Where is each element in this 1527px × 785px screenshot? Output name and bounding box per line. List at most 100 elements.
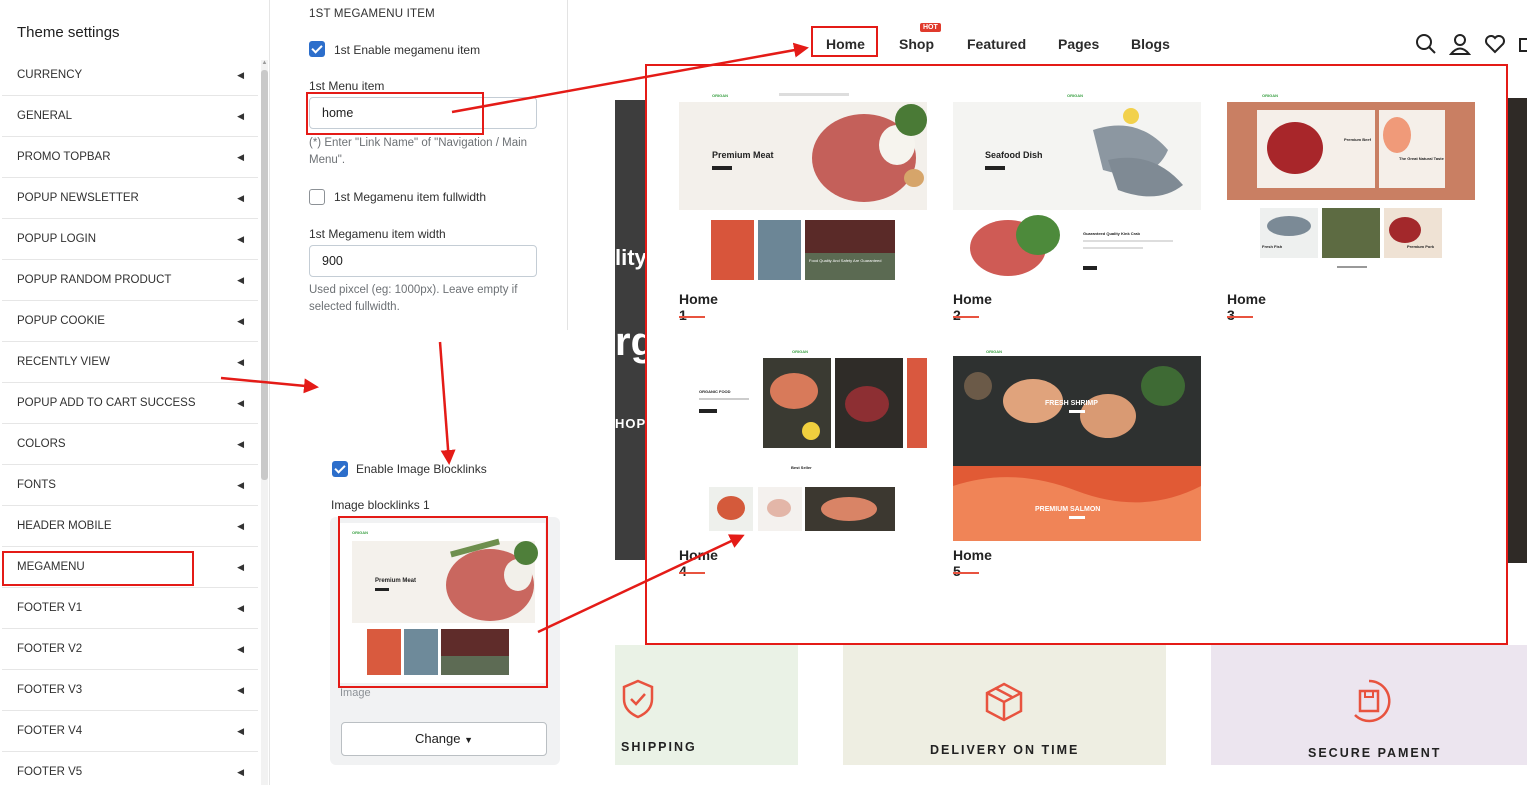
- sidebar-item-general[interactable]: GENERAL ◀: [2, 96, 258, 137]
- home2-caption: Guaranteed Quality Kink Crab: [1083, 231, 1140, 236]
- home1-caption: Food Quality And Safety Are Guaranteed: [809, 258, 882, 263]
- sidebar-item-footer-v1[interactable]: FOOTER V1 ◀: [2, 588, 258, 629]
- features-strip: SHIPPING DELIVERY ON TIME SECURE PAMENT: [615, 645, 1527, 785]
- sidebar-item-label: FOOTER V5: [17, 766, 83, 778]
- home3-preview-image[interactable]: ORIGAN Premium Beef The Great Natural Ta…: [1227, 90, 1475, 285]
- box-icon: [985, 682, 1023, 722]
- label-underline: [679, 316, 705, 318]
- menu-item-label: 1st Menu item: [309, 79, 385, 93]
- storefront-preview: Home Shop HOT Featured Pages Blogs lity …: [615, 0, 1527, 785]
- sidebar-item-footer-v2[interactable]: FOOTER V2 ◀: [2, 629, 258, 670]
- sidebar-item-popup-random-product[interactable]: POPUP RANDOM PRODUCT ◀: [2, 260, 258, 301]
- caret-left-icon: ◀: [237, 152, 244, 162]
- width-input[interactable]: 900: [309, 245, 537, 277]
- sidebar-item-colors[interactable]: COLORS ◀: [2, 424, 258, 465]
- screenshot-stage: Theme settings CURRENCY ◀ GENERAL ◀ PROMO …: [0, 0, 1527, 785]
- home5-label[interactable]: Home 5: [953, 547, 992, 579]
- home3-caption: Fresh Fish: [1262, 244, 1283, 249]
- caret-left-icon: ◀: [237, 480, 244, 490]
- sidebar-item-fonts[interactable]: FONTS ◀: [2, 465, 258, 506]
- caret-left-icon: ◀: [237, 562, 244, 572]
- home1-label[interactable]: Home 1: [679, 291, 718, 323]
- user-icon[interactable]: [1449, 33, 1471, 55]
- home1-preview-image[interactable]: ORIGAN Premium Meat Food Quality And Saf…: [679, 90, 927, 285]
- caret-left-icon: ◀: [237, 111, 244, 121]
- heart-icon[interactable]: [1484, 33, 1506, 55]
- caret-left-icon: ◀: [237, 275, 244, 285]
- home3-label[interactable]: Home 3: [1227, 291, 1266, 323]
- caret-left-icon: ◀: [237, 439, 244, 449]
- sidebar-item-label: POPUP NEWSLETTER: [17, 192, 139, 204]
- nav-blogs[interactable]: Blogs: [1131, 36, 1170, 52]
- sidebar-item-popup-newsletter[interactable]: POPUP NEWSLETTER ◀: [2, 178, 258, 219]
- sidebar-item-label: GENERAL: [17, 110, 72, 122]
- sidebar-item-label: POPUP COOKIE: [17, 315, 105, 327]
- caret-left-icon: ◀: [237, 644, 244, 654]
- caret-left-icon: ◀: [237, 193, 244, 203]
- home4-caption: Best Seller: [791, 465, 812, 470]
- nav-featured[interactable]: Featured: [967, 36, 1026, 52]
- sidebar-item-label: CURRENCY: [17, 69, 83, 81]
- home2-preview-image[interactable]: ORIGAN Seafood Dish Guaranteed Quality K…: [953, 90, 1201, 285]
- nav-shop[interactable]: Shop: [899, 36, 934, 52]
- sidebar-item-label: FOOTER V4: [17, 725, 83, 737]
- sidebar-item-footer-v5[interactable]: FOOTER V5 ◀: [2, 752, 258, 785]
- highlight-megamenu: [2, 551, 194, 586]
- sidebar-item-label: RECENTLY VIEW: [17, 356, 110, 368]
- enable-megamenu-checkbox[interactable]: [309, 41, 325, 57]
- sidebar-item-recently-view[interactable]: RECENTLY VIEW ◀: [2, 342, 258, 383]
- sidebar-item-footer-v4[interactable]: FOOTER V4 ◀: [2, 711, 258, 752]
- home4-label[interactable]: Home 4: [679, 547, 718, 579]
- enable-blocklinks-checkbox[interactable]: [332, 461, 348, 477]
- scrollbar-thumb[interactable]: [261, 70, 268, 480]
- sidebar-item-label: HEADER MOBILE: [17, 520, 112, 532]
- menu-item-help: (*) Enter "Link Name" of "Navigation / M…: [309, 137, 528, 166]
- label-underline: [1227, 316, 1253, 318]
- home3-caption-2: Premium Pork: [1407, 244, 1435, 249]
- home2-label[interactable]: Home 2: [953, 291, 992, 323]
- highlight-nav-home: [811, 26, 878, 57]
- scroll-up-icon[interactable]: ▲: [261, 60, 268, 66]
- home4-preview-image[interactable]: ORIGAN ORGANIC FOOD Best Seller: [679, 346, 927, 541]
- search-icon[interactable]: [1415, 33, 1437, 55]
- sidebar-item-footer-v3[interactable]: FOOTER V3 ◀: [2, 670, 258, 711]
- home5-hero-title-2: PREMIUM SALMON: [1035, 506, 1100, 513]
- hero-banner-edge-right: [1508, 98, 1527, 563]
- feature-label: SHIPPING: [621, 740, 697, 754]
- nav-pages[interactable]: Pages: [1058, 36, 1099, 52]
- width-help: Used pixcel (eg: 1000px). Leave empty if…: [309, 284, 518, 313]
- highlight-menu-item-input: [306, 92, 484, 135]
- fullwidth-checkbox[interactable]: [309, 189, 325, 205]
- caret-left-icon: ◀: [237, 70, 244, 80]
- caret-left-icon: ◀: [237, 357, 244, 367]
- shield-check-icon: [622, 679, 654, 719]
- feature-delivery: DELIVERY ON TIME: [843, 645, 1166, 765]
- sidebar-title: Theme settings: [17, 24, 120, 41]
- sidebar-item-promo-topbar[interactable]: PROMO TOPBAR ◀: [2, 137, 258, 178]
- change-button-label: Change: [414, 731, 461, 746]
- hero-text-fragment-3: HOP: [615, 416, 647, 431]
- sidebar-item-popup-login[interactable]: POPUP LOGIN ◀: [2, 219, 258, 260]
- caret-left-icon: ◀: [237, 398, 244, 408]
- sidebar-scrollbar[interactable]: ▲: [261, 60, 268, 785]
- hot-badge: HOT: [920, 23, 941, 32]
- sidebar-item-label: POPUP ADD TO CART SUCCESS: [17, 397, 196, 409]
- sidebar-item-label: POPUP LOGIN: [17, 233, 97, 245]
- cart-icon[interactable]: [1519, 33, 1527, 55]
- sidebar-item-popup-cookie[interactable]: POPUP COOKIE ◀: [2, 301, 258, 342]
- sidebar-item-header-mobile[interactable]: HEADER MOBILE ◀: [2, 506, 258, 547]
- sidebar-item-popup-add-to-cart[interactable]: POPUP ADD TO CART SUCCESS ◀: [2, 383, 258, 424]
- sidebar-menu: CURRENCY ◀ GENERAL ◀ PROMO TOPBAR ◀ POPUP N…: [2, 55, 258, 785]
- image-caption: Image: [340, 687, 371, 699]
- caret-left-icon: ◀: [237, 767, 244, 777]
- sidebar-item-label: FONTS: [17, 479, 56, 491]
- feature-shipping: SHIPPING: [615, 645, 798, 765]
- home2-hero-title: Seafood Dish: [985, 150, 1043, 160]
- image-blocklinks-label: Image blocklinks 1: [331, 498, 430, 512]
- sidebar-item-currency[interactable]: CURRENCY ◀: [2, 55, 258, 96]
- label-underline: [679, 572, 705, 574]
- change-image-button[interactable]: Change ▼: [341, 722, 547, 756]
- home5-preview-image[interactable]: ORIGAN FRESH SHRIMP PREMIUM SALMON: [953, 346, 1201, 541]
- section-heading: 1ST MEGAMENU ITEM: [309, 8, 435, 20]
- home3-hero-title-2: The Great Natural Taste: [1399, 156, 1445, 161]
